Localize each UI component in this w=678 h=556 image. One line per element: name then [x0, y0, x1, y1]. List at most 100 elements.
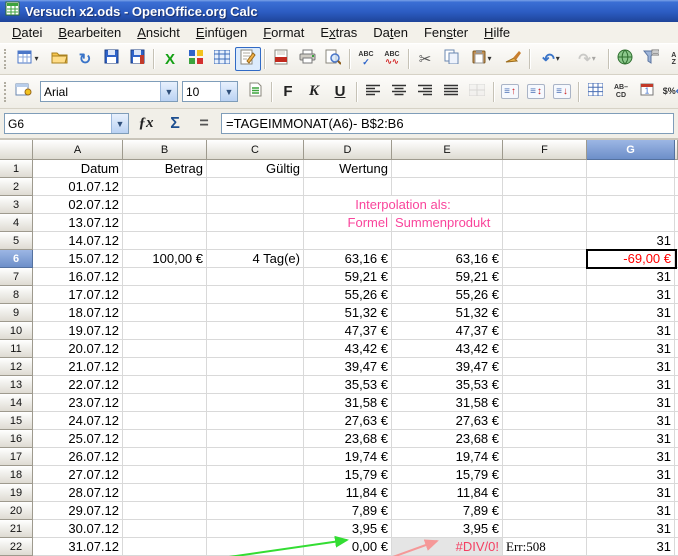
cell-C19[interactable] — [207, 484, 304, 502]
cell-E4[interactable]: Summenprodukt — [392, 214, 503, 232]
menu-item-datei[interactable]: Datei — [4, 23, 50, 42]
edit-file-button[interactable] — [235, 47, 261, 71]
row-header-19[interactable]: 19 — [0, 484, 33, 502]
cell-E1[interactable] — [392, 160, 503, 178]
save-as-button[interactable] — [124, 47, 150, 71]
function-button[interactable]: = — [192, 113, 216, 135]
print-button[interactable] — [294, 47, 320, 71]
cell-F4[interactable] — [503, 214, 587, 232]
export-pdf-button[interactable] — [268, 47, 294, 71]
cell-G3[interactable] — [587, 196, 675, 214]
cell-D6[interactable]: 63,16 € — [304, 250, 392, 268]
cell-F10[interactable] — [503, 322, 587, 340]
row-header-3[interactable]: 3 — [0, 196, 33, 214]
menu-item-daten[interactable]: Daten — [365, 23, 416, 42]
cell-D7[interactable]: 59,21 € — [304, 268, 392, 286]
cell-E11[interactable]: 43,42 € — [392, 340, 503, 358]
row-header-20[interactable]: 20 — [0, 502, 33, 520]
cell-G16[interactable]: 31 — [587, 430, 675, 448]
cell-A1[interactable]: Datum — [33, 160, 123, 178]
cell-F7[interactable] — [503, 268, 587, 286]
cell-C9[interactable] — [207, 304, 304, 322]
cell-B19[interactable] — [123, 484, 207, 502]
autoformat-button[interactable] — [242, 80, 268, 104]
cell-A5[interactable]: 14.07.12 — [33, 232, 123, 250]
font-size-dropdown-button[interactable]: ▼ — [220, 82, 237, 101]
export-button[interactable]: X — [157, 47, 183, 71]
cell-F8[interactable] — [503, 286, 587, 304]
cell-B22[interactable] — [123, 538, 207, 556]
menu-item-bearbeiten[interactable]: Bearbeiten — [50, 23, 129, 42]
cell-C16[interactable] — [207, 430, 304, 448]
cell-E19[interactable]: 11,84 € — [392, 484, 503, 502]
cell-G6[interactable]: -69,00 € — [587, 250, 675, 268]
cell-D16[interactable]: 23,68 € — [304, 430, 392, 448]
cell-G11[interactable]: 31 — [587, 340, 675, 358]
cell-B3[interactable] — [123, 196, 207, 214]
cell-B8[interactable] — [123, 286, 207, 304]
cell-F15[interactable] — [503, 412, 587, 430]
bold-button[interactable]: F — [275, 80, 301, 104]
cell-B20[interactable] — [123, 502, 207, 520]
cell-E21[interactable]: 3,95 € — [392, 520, 503, 538]
row-header-12[interactable]: 12 — [0, 358, 33, 376]
cell-C7[interactable] — [207, 268, 304, 286]
menu-item-hilfe[interactable]: Hilfe — [476, 23, 518, 42]
format-paintbrush-button[interactable] — [500, 47, 526, 71]
copy-button[interactable] — [438, 47, 464, 71]
cell-A12[interactable]: 21.07.12 — [33, 358, 123, 376]
save-button[interactable] — [98, 47, 124, 71]
row-header-13[interactable]: 13 — [0, 376, 33, 394]
row-header-21[interactable]: 21 — [0, 520, 33, 538]
cell-B4[interactable] — [123, 214, 207, 232]
cell-D5[interactable] — [304, 232, 392, 250]
column-header-F[interactable]: F — [503, 140, 587, 160]
cell-B15[interactable] — [123, 412, 207, 430]
cell-C17[interactable] — [207, 448, 304, 466]
row-header-6[interactable]: 6 — [0, 250, 33, 268]
cell-A9[interactable]: 18.07.12 — [33, 304, 123, 322]
cell-A11[interactable]: 20.07.12 — [33, 340, 123, 358]
name-box[interactable]: ▼ — [4, 113, 129, 134]
row-header-8[interactable]: 8 — [0, 286, 33, 304]
spellcheck-button[interactable]: ABC✓ — [353, 47, 379, 71]
cell-E22[interactable]: #DIV/0! — [392, 538, 503, 556]
cell-G14[interactable]: 31 — [587, 394, 675, 412]
cell-G1[interactable] — [587, 160, 675, 178]
cell-C14[interactable] — [207, 394, 304, 412]
align-bottom-button[interactable]: ≡↓ — [549, 80, 575, 104]
cell-C6[interactable]: 4 Tag(e) — [207, 250, 304, 268]
column-header-A[interactable]: A — [33, 140, 123, 160]
cell-C2[interactable] — [207, 178, 304, 196]
cell-D20[interactable]: 7,89 € — [304, 502, 392, 520]
column-header-D[interactable]: D — [304, 140, 392, 160]
function-wizard-button[interactable]: ƒx — [134, 113, 158, 135]
cell-F14[interactable] — [503, 394, 587, 412]
italic-button[interactable]: K — [301, 80, 327, 104]
cell-F6[interactable] — [503, 250, 587, 268]
cell-C20[interactable] — [207, 502, 304, 520]
cell-C11[interactable] — [207, 340, 304, 358]
cell-A19[interactable]: 28.07.12 — [33, 484, 123, 502]
number-format-date-button[interactable]: 1 — [634, 80, 660, 104]
row-header-9[interactable]: 9 — [0, 304, 33, 322]
menu-item-fenster[interactable]: Fenster — [416, 23, 476, 42]
row-header-4[interactable]: 4 — [0, 214, 33, 232]
cell-C22[interactable] — [207, 538, 304, 556]
cell-C18[interactable] — [207, 466, 304, 484]
cell-C10[interactable] — [207, 322, 304, 340]
toolbar-grip[interactable] — [4, 49, 6, 69]
cell-D8[interactable]: 55,26 € — [304, 286, 392, 304]
cell-C8[interactable] — [207, 286, 304, 304]
wrap-text-button[interactable]: AB–CD — [608, 80, 634, 104]
toolbar-grip[interactable] — [4, 82, 6, 102]
cell-C21[interactable] — [207, 520, 304, 538]
cell-E12[interactable]: 39,47 € — [392, 358, 503, 376]
cell-E5[interactable] — [392, 232, 503, 250]
cell-A20[interactable]: 29.07.12 — [33, 502, 123, 520]
align-top-button[interactable]: ≡↑ — [497, 80, 523, 104]
cell-F9[interactable] — [503, 304, 587, 322]
cell-D17[interactable]: 19,74 € — [304, 448, 392, 466]
row-header-16[interactable]: 16 — [0, 430, 33, 448]
align-middle-button[interactable]: ≡↕ — [523, 80, 549, 104]
